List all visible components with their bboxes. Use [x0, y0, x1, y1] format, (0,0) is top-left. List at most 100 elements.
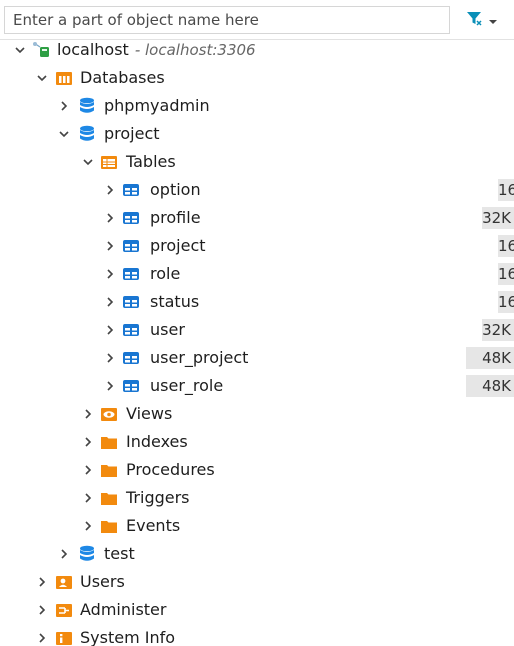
database-icon — [78, 97, 96, 115]
table-size: 16K — [498, 263, 514, 285]
table-icon — [122, 181, 140, 199]
chevron-right-icon[interactable] — [82, 456, 94, 484]
chevron-right-icon[interactable] — [82, 428, 94, 456]
table-icon — [122, 209, 140, 227]
tree-node-table[interactable]: option 16K — [0, 176, 514, 204]
chevron-right-icon[interactable] — [82, 512, 94, 540]
tree-node-table[interactable]: user 32K — [0, 316, 514, 344]
table-name: project — [150, 236, 206, 255]
tree-node-table[interactable]: role 16K — [0, 260, 514, 288]
views-label: Views — [126, 404, 173, 423]
folder-icon — [100, 489, 118, 507]
tree-node-table[interactable]: user_role 48K — [0, 372, 514, 400]
chevron-right-icon[interactable] — [104, 344, 116, 372]
db-label-phpmyadmin: phpmyadmin — [104, 96, 210, 115]
tables-label: Tables — [126, 152, 176, 171]
tree-node-table[interactable]: profile 32K — [0, 204, 514, 232]
chevron-right-icon[interactable] — [104, 316, 116, 344]
table-icon — [122, 265, 140, 283]
table-name: profile — [150, 208, 201, 227]
databases-folder-icon — [55, 69, 73, 87]
db-label-project: project — [104, 124, 160, 143]
tree-node-users[interactable]: Users — [0, 568, 514, 596]
chevron-right-icon[interactable] — [104, 260, 116, 288]
connection-detail: - localhost:3306 — [134, 41, 256, 59]
chevron-down-icon[interactable] — [82, 148, 94, 176]
table-size: 16K — [498, 235, 514, 257]
tree-node-indexes[interactable]: Indexes — [0, 428, 514, 456]
filter-icon — [466, 10, 482, 30]
tree-node-administer[interactable]: Administer — [0, 596, 514, 624]
chevron-down-icon[interactable] — [36, 64, 48, 92]
system-info-folder-icon — [55, 629, 73, 646]
table-icon — [122, 293, 140, 311]
table-size: 32K — [482, 319, 514, 341]
tree-node-db-project[interactable]: project — [0, 120, 514, 148]
server-connection-icon — [32, 41, 50, 59]
tree-node-table[interactable]: user_project 48K — [0, 344, 514, 372]
tree-node-tables[interactable]: Tables — [0, 148, 514, 176]
tree-node-db-phpmyadmin[interactable]: phpmyadmin — [0, 92, 514, 120]
db-label-test: test — [104, 544, 135, 563]
table-size: 16K — [498, 179, 514, 201]
chevron-down-icon[interactable] — [58, 120, 70, 148]
table-size: 32K — [482, 207, 514, 229]
search-bar — [0, 0, 514, 40]
chevron-right-icon[interactable] — [36, 596, 48, 624]
chevron-right-icon[interactable] — [104, 232, 116, 260]
users-label: Users — [80, 572, 125, 591]
chevron-right-icon[interactable] — [104, 176, 116, 204]
chevron-right-icon[interactable] — [58, 540, 70, 568]
tree-node-procedures[interactable]: Procedures — [0, 456, 514, 484]
table-icon — [122, 377, 140, 395]
table-icon — [122, 321, 140, 339]
tree-node-events[interactable]: Events — [0, 512, 514, 540]
search-input[interactable] — [4, 6, 450, 34]
administer-folder-icon — [55, 601, 73, 619]
tree-node-views[interactable]: Views — [0, 400, 514, 428]
table-name: role — [150, 264, 181, 283]
events-label: Events — [126, 516, 181, 535]
chevron-right-icon[interactable] — [58, 92, 70, 120]
table-name: user — [150, 320, 185, 339]
chevron-right-icon[interactable] — [36, 568, 48, 596]
triggers-label: Triggers — [126, 488, 190, 507]
chevron-right-icon[interactable] — [82, 400, 94, 428]
system-info-label: System Info — [80, 628, 176, 646]
views-folder-icon — [100, 405, 118, 423]
connection-label: localhost - localhost:3306 — [57, 40, 256, 59]
tree-node-triggers[interactable]: Triggers — [0, 484, 514, 512]
database-icon — [78, 545, 96, 563]
indexes-label: Indexes — [126, 432, 188, 451]
table-name: option — [150, 180, 201, 199]
tables-folder-icon — [100, 153, 118, 171]
procedures-label: Procedures — [126, 460, 215, 479]
tree-node-db-test[interactable]: test — [0, 540, 514, 568]
databases-label: Databases — [80, 68, 165, 87]
folder-icon — [100, 433, 118, 451]
chevron-down-icon[interactable] — [14, 36, 26, 64]
users-folder-icon — [55, 573, 73, 591]
table-icon — [122, 237, 140, 255]
table-size: 48K — [466, 347, 514, 369]
tree-node-system-info[interactable]: System Info — [0, 624, 514, 646]
tree-node-table[interactable]: status 16K — [0, 288, 514, 316]
database-icon — [78, 125, 96, 143]
chevron-right-icon[interactable] — [104, 372, 116, 400]
tree-node-databases[interactable]: Databases — [0, 64, 514, 92]
tree-node-connection[interactable]: localhost - localhost:3306 — [0, 36, 514, 64]
chevron-right-icon[interactable] — [104, 288, 116, 316]
filter-button[interactable] — [460, 6, 510, 34]
folder-icon — [100, 461, 118, 479]
table-size: 16K — [498, 291, 514, 313]
chevron-right-icon[interactable] — [36, 624, 48, 646]
table-name: user_project — [150, 348, 249, 367]
tree-node-table[interactable]: project 16K — [0, 232, 514, 260]
chevron-right-icon[interactable] — [104, 204, 116, 232]
table-size: 48K — [466, 375, 514, 397]
caret-down-icon[interactable] — [488, 11, 498, 30]
folder-icon — [100, 517, 118, 535]
administer-label: Administer — [80, 600, 167, 619]
chevron-right-icon[interactable] — [82, 484, 94, 512]
table-name: status — [150, 292, 200, 311]
